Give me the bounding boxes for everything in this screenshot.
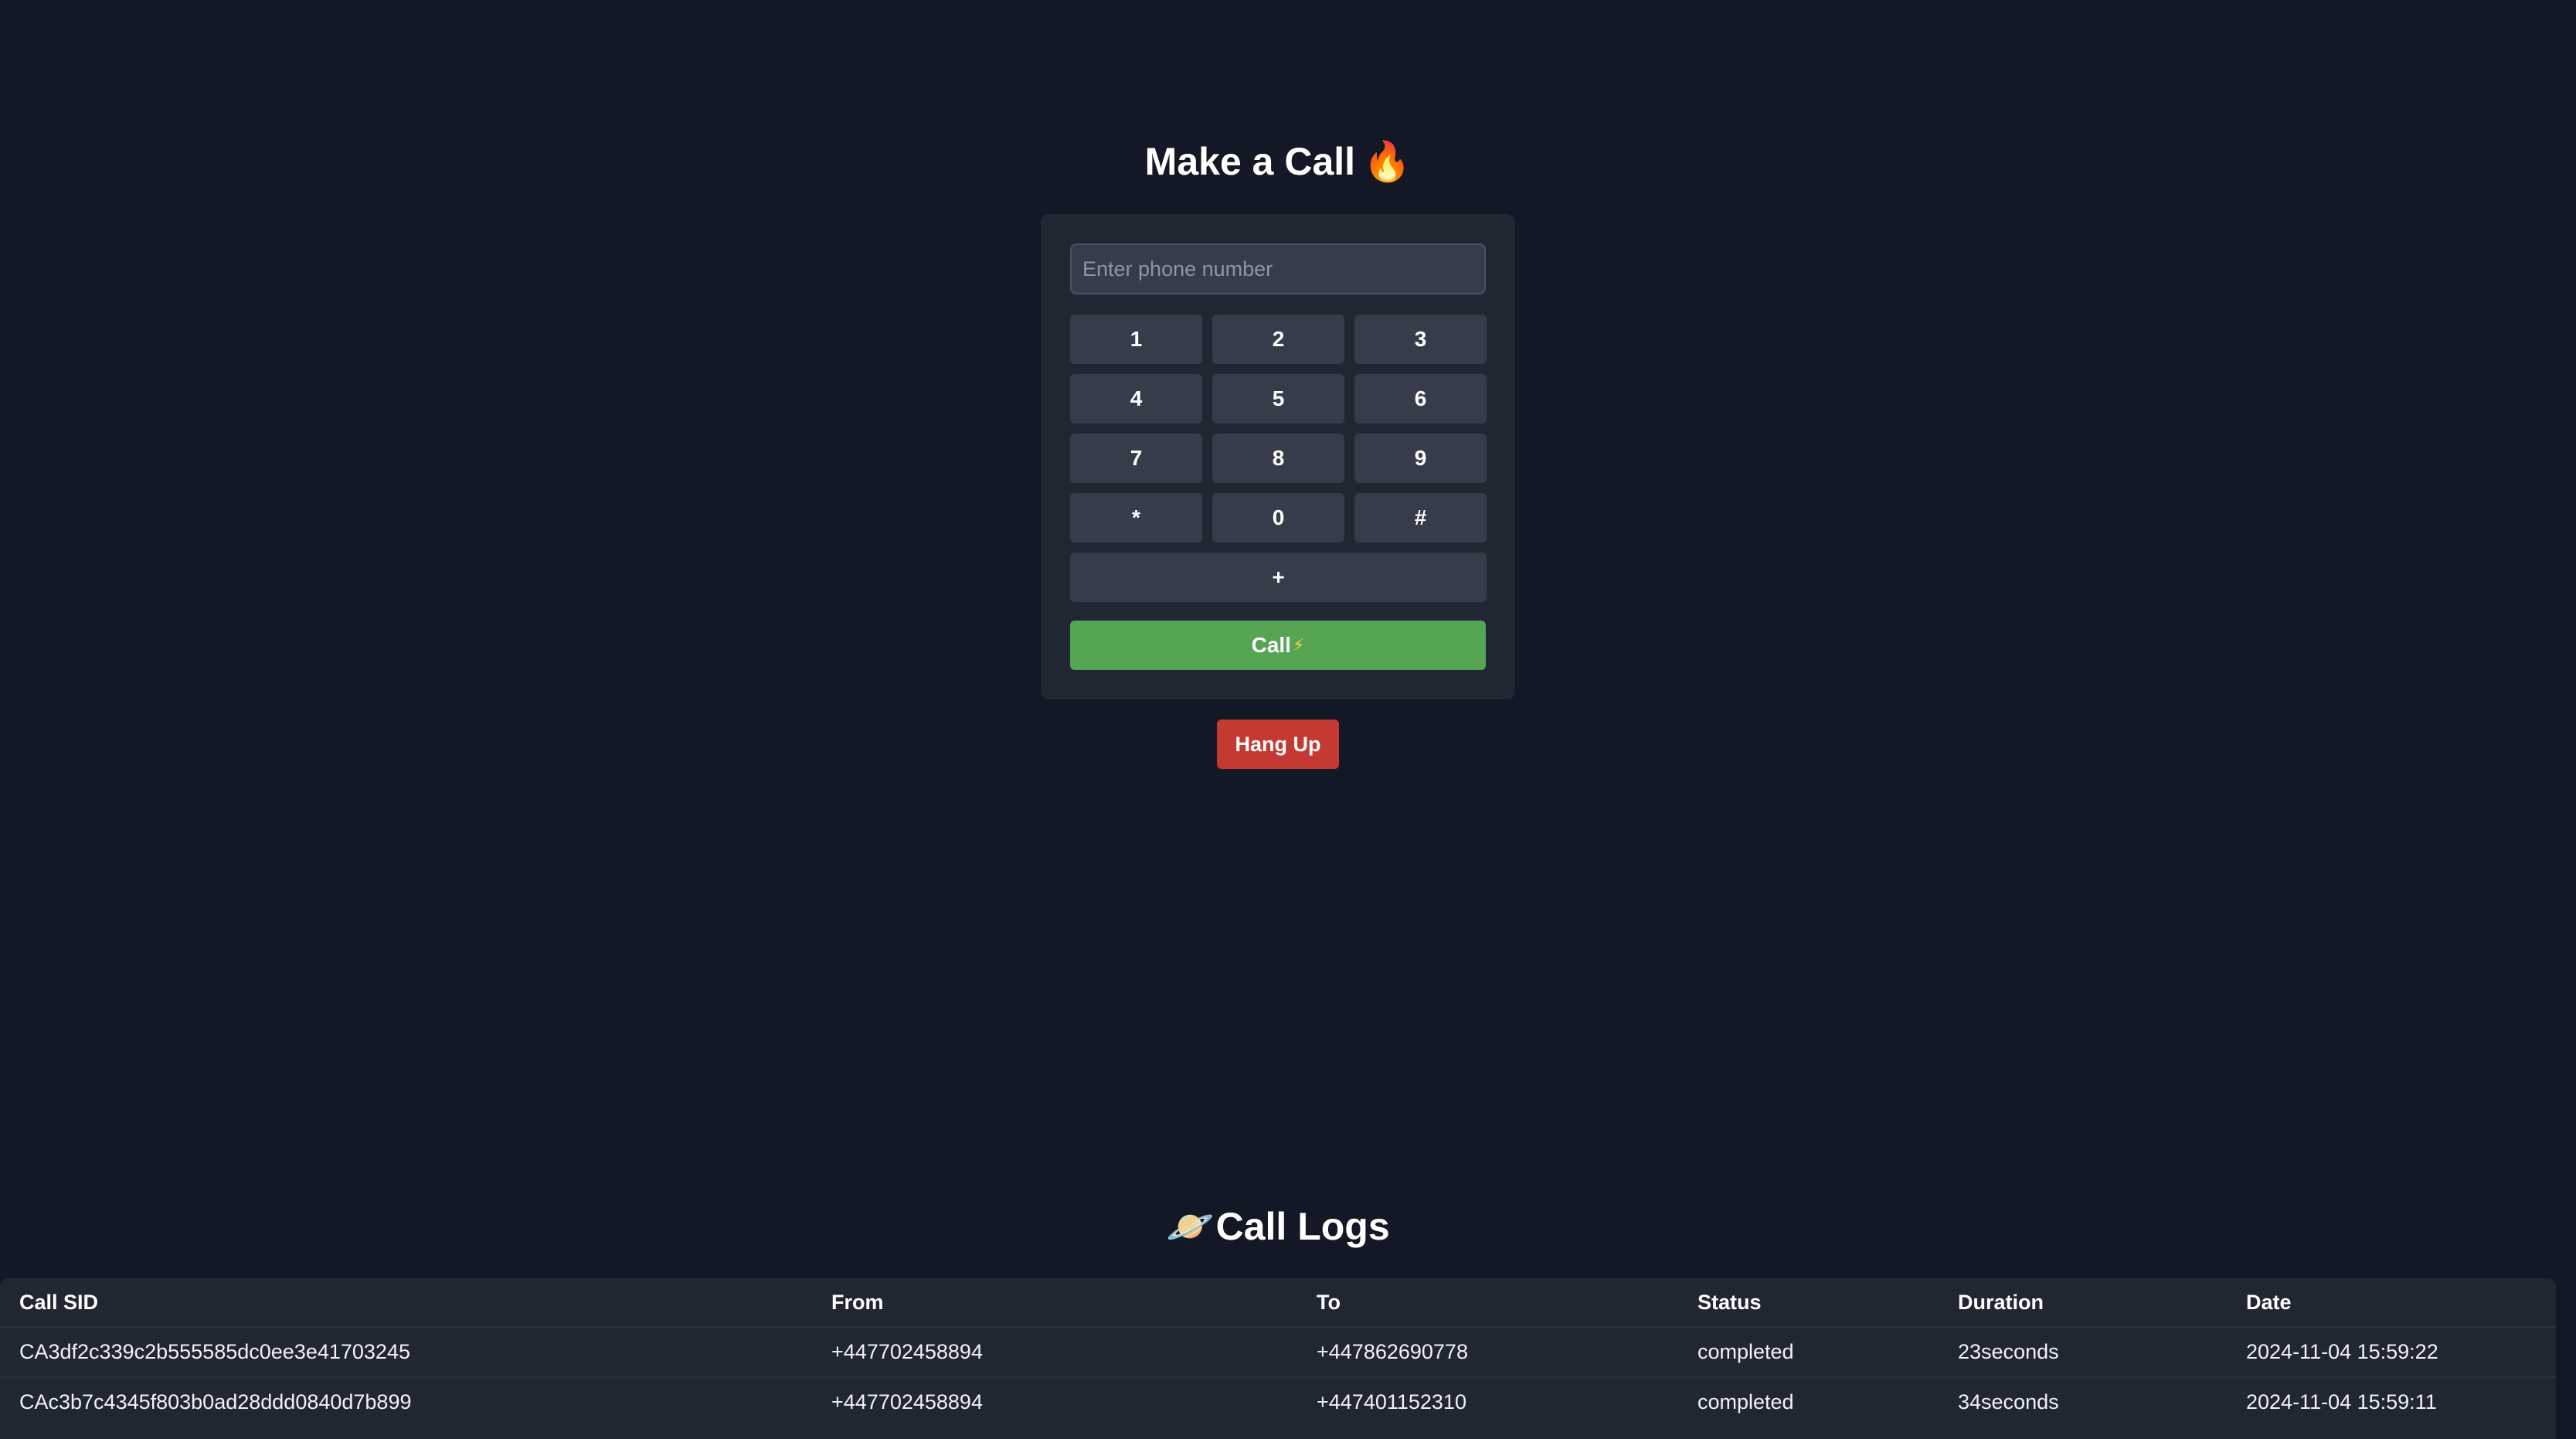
column-header-duration: Duration bbox=[1958, 1290, 2044, 1314]
phone-number-input[interactable] bbox=[1070, 243, 1486, 294]
key-0[interactable]: 0 bbox=[1212, 493, 1344, 543]
cell-call-sid: CAc3b7c4345f803b0ad28ddd0840d7b899 bbox=[0, 1376, 812, 1427]
key-4[interactable]: 4 bbox=[1070, 374, 1202, 424]
column-header-date: Date bbox=[2246, 1290, 2292, 1314]
column-header-from: From bbox=[831, 1290, 884, 1314]
dialer-panel: 1 2 3 4 5 6 7 8 9 * 0 # + Call⚡ bbox=[1041, 214, 1515, 699]
cell-to: +447401152310 bbox=[1297, 1376, 1678, 1427]
fire-icon: 🔥 bbox=[1363, 140, 1412, 183]
table-row: CA3df2c339c2b555585dc0ee3e41703245 +4477… bbox=[0, 1326, 2556, 1377]
key-8[interactable]: 8 bbox=[1212, 434, 1344, 483]
planet-icon: 🪐 bbox=[1166, 1205, 1215, 1248]
key-2[interactable]: 2 bbox=[1212, 315, 1344, 364]
cell-status: completed bbox=[1678, 1326, 1939, 1377]
call-logs-title: 🪐Call Logs bbox=[0, 1201, 2556, 1252]
cell-to: +447862690778 bbox=[1297, 1326, 1678, 1377]
call-logs-table: Call SID From To Status Duration Date CA… bbox=[0, 1278, 2556, 1427]
column-header-call-sid: Call SID bbox=[19, 1290, 99, 1314]
key-plus[interactable]: + bbox=[1070, 553, 1487, 602]
lightning-icon: ⚡ bbox=[1292, 635, 1305, 655]
table-header-row: Call SID From To Status Duration Date bbox=[0, 1278, 2556, 1327]
page-title: Make a Call 🔥 bbox=[0, 136, 2556, 187]
keypad: 1 2 3 4 5 6 7 8 9 * 0 # + bbox=[1070, 315, 1487, 602]
key-9[interactable]: 9 bbox=[1354, 434, 1487, 483]
column-header-status: Status bbox=[1698, 1290, 1762, 1314]
page: Make a Call🔥 1 2 3 4 5 6 7 8 9 * 0 # + C… bbox=[0, 0, 2576, 1439]
cell-date: 2024-11-04 15:59:22 bbox=[2227, 1326, 2556, 1377]
column-header-to: To bbox=[1317, 1290, 1341, 1314]
call-button-label: Call bbox=[1251, 633, 1291, 657]
key-3[interactable]: 3 bbox=[1354, 315, 1487, 364]
call-logs-panel: Call SID From To Status Duration Date CA… bbox=[0, 1278, 2556, 1439]
cell-date: 2024-11-04 15:59:11 bbox=[2227, 1376, 2556, 1427]
cell-from: +447702458894 bbox=[812, 1376, 1297, 1427]
call-logs-title-text: Call Logs bbox=[1215, 1205, 1390, 1248]
key-5[interactable]: 5 bbox=[1212, 374, 1344, 424]
cell-call-sid: CA3df2c339c2b555585dc0ee3e41703245 bbox=[0, 1326, 812, 1377]
call-button[interactable]: Call ⚡ bbox=[1070, 621, 1486, 670]
page-title-text: Make a Call bbox=[1144, 140, 1356, 183]
key-hash[interactable]: # bbox=[1354, 493, 1487, 543]
cell-duration: 34seconds bbox=[1939, 1376, 2227, 1427]
cell-status: completed bbox=[1678, 1376, 1939, 1427]
hang-up-button[interactable]: Hang Up bbox=[1217, 720, 1339, 769]
cell-duration: 23seconds bbox=[1939, 1326, 2227, 1377]
key-6[interactable]: 6 bbox=[1354, 374, 1487, 424]
key-7[interactable]: 7 bbox=[1070, 434, 1202, 483]
table-row: CAc3b7c4345f803b0ad28ddd0840d7b899 +4477… bbox=[0, 1376, 2556, 1427]
key-star[interactable]: * bbox=[1070, 493, 1202, 543]
key-1[interactable]: 1 bbox=[1070, 315, 1202, 364]
cell-from: +447702458894 bbox=[812, 1326, 1297, 1377]
